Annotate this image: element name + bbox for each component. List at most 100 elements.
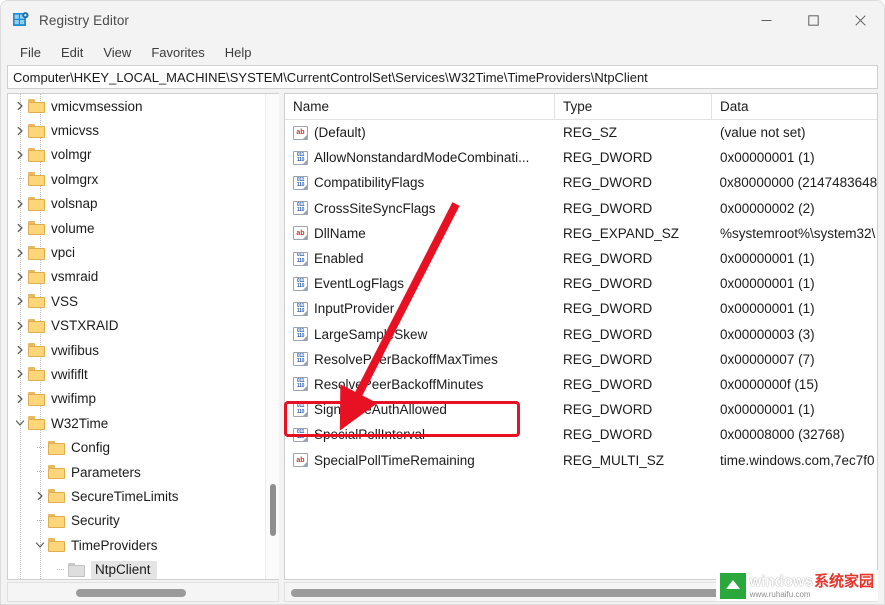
tree-item-vstxraid[interactable]: VSTXRAID <box>8 314 265 338</box>
table-row[interactable]: 011 110 Enabled REG_DWORD 0x00000001 (1) <box>285 246 877 271</box>
tree-item-security[interactable]: Security <box>8 509 265 533</box>
menu-item-edit[interactable]: Edit <box>52 42 92 63</box>
values-list[interactable]: ab (Default) REG_SZ (value not set) 011 110 Al… <box>285 120 877 473</box>
chevron-right-icon[interactable] <box>12 272 28 282</box>
tree-item-volmgr[interactable]: volmgr <box>8 143 265 167</box>
tree-item-vwifibus[interactable]: vwifibus <box>8 338 265 362</box>
tree-item-vmicvss[interactable]: vmicvss <box>8 118 265 142</box>
tree-item-vpci[interactable]: vpci <box>8 240 265 264</box>
column-header-name[interactable]: Name <box>285 94 555 119</box>
dword-value-icon: 011 110 <box>293 251 308 266</box>
table-row[interactable]: ab DllName REG_EXPAND_SZ %systemroot%\syste… <box>285 221 877 246</box>
dword-value-icon: 011 110 <box>293 276 308 291</box>
minimize-button[interactable] <box>743 1 790 39</box>
tree-item-label: VSTXRAID <box>51 318 119 334</box>
folder-icon <box>28 147 45 162</box>
value-type-cell: REG_SZ <box>563 125 618 141</box>
tree-item-label: vwififlt <box>51 366 88 382</box>
tree-horizontal-scrollbar[interactable] <box>7 582 279 602</box>
chevron-right-icon[interactable] <box>32 491 48 501</box>
menu-item-favorites[interactable]: Favorites <box>142 42 213 63</box>
tree-item-ntpclient[interactable]: NtpClient <box>8 557 265 579</box>
value-type-cell: REG_DWORD <box>563 326 653 342</box>
tree-item-label: volume <box>51 220 95 236</box>
tree-item-vwifimp[interactable]: vwifimp <box>8 387 265 411</box>
registry-editor-window: Registry Editor File Edit View Favorites… <box>0 0 885 605</box>
value-type-cell: REG_DWORD <box>563 251 653 267</box>
table-row[interactable]: 011 110 AllowNonstandardModeCombinati... RE… <box>285 145 877 170</box>
table-row[interactable]: 011 110 LargeSampleSkew REG_DWORD 0x00000003… <box>285 322 877 347</box>
chevron-down-icon[interactable] <box>32 540 48 550</box>
table-row[interactable]: 011 110 CompatibilityFlags REG_DWORD 0x80000… <box>285 170 877 195</box>
table-row[interactable]: ab SpecialPollTimeRemaining REG_MULTI_SZ ti… <box>285 447 877 472</box>
tree-scroll-thumb[interactable] <box>270 484 276 536</box>
value-name: CompatibilityFlags <box>314 175 425 191</box>
table-row[interactable]: ab (Default) REG_SZ (value not set) <box>285 120 877 145</box>
chevron-right-icon[interactable] <box>12 223 28 233</box>
watermark-url: www.ruhaifu.com <box>749 590 811 599</box>
tree-item-label: vwifibus <box>51 342 100 358</box>
value-data-cell: 0x0000000f (15) <box>720 376 819 392</box>
chevron-right-icon[interactable] <box>12 345 28 355</box>
watermark-text: windows 系统家园 www.ruhaifu.com <box>750 574 874 599</box>
tree-item-securetimelimits[interactable]: SecureTimeLimits <box>8 484 265 508</box>
value-data-cell: 0x00000003 (3) <box>720 326 815 342</box>
column-header-data[interactable]: Data <box>712 94 877 119</box>
chevron-right-icon[interactable] <box>12 248 28 258</box>
menu-item-help[interactable]: Help <box>216 42 261 63</box>
maximize-button[interactable] <box>790 1 837 39</box>
tree-item-config[interactable]: Config <box>8 435 265 459</box>
table-row[interactable]: 011 110 ResolvePeerBackoffMaxTimes REG_DWOR… <box>285 347 877 372</box>
close-button[interactable] <box>837 1 884 39</box>
chevron-right-icon[interactable] <box>12 199 28 209</box>
table-row[interactable]: 011 110 CrossSiteSyncFlags REG_DWORD 0x00000… <box>285 196 877 221</box>
registry-tree-pane: vmicvmsession vmicvss volmgr volmgrx volsnap… <box>7 93 279 580</box>
tree-item-vmicvmsession[interactable]: vmicvmsession <box>8 94 265 118</box>
table-row[interactable]: 011 110 SignatureAuthAllowed REG_DWORD 0x000… <box>285 397 877 422</box>
value-type-cell: REG_DWORD <box>563 200 653 216</box>
tree-item-vsmraid[interactable]: vsmraid <box>8 265 265 289</box>
tree-item-volmgrx[interactable]: volmgrx <box>8 167 265 191</box>
chevron-right-icon[interactable] <box>12 394 28 404</box>
menu-item-view[interactable]: View <box>94 42 140 63</box>
value-name: SignatureAuthAllowed <box>314 402 447 418</box>
chevron-right-icon[interactable] <box>12 369 28 379</box>
watermark: windows 系统家园 www.ruhaifu.com <box>715 570 878 601</box>
value-type-cell: REG_DWORD <box>563 301 653 317</box>
value-name-cell: ab (Default) <box>285 125 555 140</box>
window-title: Registry Editor <box>39 12 130 28</box>
tree-hscroll-thumb[interactable] <box>76 589 186 597</box>
tree-item-label: vmicvmsession <box>51 98 143 114</box>
menu-item-file[interactable]: File <box>11 42 50 63</box>
value-data-cell: 0x00000001 (1) <box>720 276 815 292</box>
chevron-right-icon[interactable] <box>12 101 28 111</box>
chevron-right-icon[interactable] <box>12 321 28 331</box>
chevron-right-icon[interactable] <box>12 126 28 136</box>
values-hscroll-thumb[interactable] <box>291 589 723 597</box>
tree-item-w32time[interactable]: W32Time <box>8 411 265 435</box>
table-row[interactable]: 011 110 SpecialPollInterval REG_DWORD 0x0000… <box>285 422 877 447</box>
dword-value-icon: 011 110 <box>293 327 308 342</box>
value-name: SpecialPollTimeRemaining <box>314 452 475 468</box>
registry-tree[interactable]: vmicvmsession vmicvss volmgr volmgrx volsnap… <box>8 94 265 579</box>
string-value-icon: ab <box>293 453 308 468</box>
column-header-type[interactable]: Type <box>555 94 712 119</box>
tree-item-label: TimeProviders <box>71 537 158 553</box>
tree-item-vwififlt[interactable]: vwififlt <box>8 362 265 386</box>
chevron-right-icon[interactable] <box>12 296 28 306</box>
value-name: LargeSampleSkew <box>314 326 428 342</box>
tree-item-volsnap[interactable]: volsnap <box>8 192 265 216</box>
chevron-down-icon[interactable] <box>12 418 28 428</box>
tree-item-vss[interactable]: VSS <box>8 289 265 313</box>
tree-item-parameters[interactable]: Parameters <box>8 460 265 484</box>
value-name: EventLogFlags <box>314 276 405 292</box>
tree-vertical-scrollbar[interactable] <box>265 94 279 579</box>
tree-item-volume[interactable]: volume <box>8 216 265 240</box>
value-type-cell: REG_DWORD <box>562 175 652 191</box>
tree-item-timeproviders[interactable]: TimeProviders <box>8 533 265 557</box>
table-row[interactable]: 011 110 InputProvider REG_DWORD 0x00000001 (… <box>285 296 877 321</box>
table-row[interactable]: 011 110 ResolvePeerBackoffMinutes REG_DWORD… <box>285 372 877 397</box>
table-row[interactable]: 011 110 EventLogFlags REG_DWORD 0x00000001 (… <box>285 271 877 296</box>
address-bar[interactable]: Computer\HKEY_LOCAL_MACHINE\SYSTEM\Curre… <box>7 65 878 89</box>
chevron-right-icon[interactable] <box>12 150 28 160</box>
